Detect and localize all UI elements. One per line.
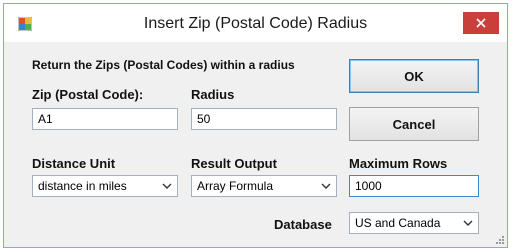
close-button[interactable] [463, 12, 499, 34]
window-title: Insert Zip (Postal Code) Radius [143, 15, 368, 32]
radius-label: Radius [191, 87, 235, 102]
resize-grip-icon[interactable] [495, 235, 505, 245]
max-rows-input[interactable]: 1000 [349, 175, 479, 197]
result-output-select[interactable]: Array Formula [191, 175, 337, 197]
chevron-down-icon [321, 183, 331, 189]
chevron-down-icon [162, 183, 172, 189]
ok-button[interactable]: OK [349, 59, 479, 93]
radius-input[interactable]: 50 [191, 108, 337, 130]
dialog-body: Return the Zips (Postal Codes) within a … [4, 42, 507, 247]
database-value: US and Canada [355, 216, 441, 230]
max-rows-label: Maximum Rows [349, 156, 448, 171]
database-label: Database [274, 217, 332, 232]
zip-label: Zip (Postal Code): [32, 87, 144, 102]
result-output-label: Result Output [191, 156, 277, 171]
dialog-window: Insert Zip (Postal Code) Radius Return t… [3, 3, 508, 248]
cancel-button[interactable]: Cancel [349, 107, 479, 141]
distance-unit-value: distance in miles [38, 179, 127, 193]
distance-unit-label: Distance Unit [32, 156, 116, 171]
distance-unit-select[interactable]: distance in miles [32, 175, 178, 197]
zip-input[interactable]: A1 [32, 108, 178, 130]
close-icon [476, 18, 486, 28]
title-bar: Insert Zip (Postal Code) Radius [4, 4, 507, 42]
chevron-down-icon [463, 220, 473, 226]
form-heading: Return the Zips (Postal Codes) within a … [32, 58, 295, 72]
database-select[interactable]: US and Canada [349, 212, 479, 234]
result-output-value: Array Formula [197, 179, 274, 193]
